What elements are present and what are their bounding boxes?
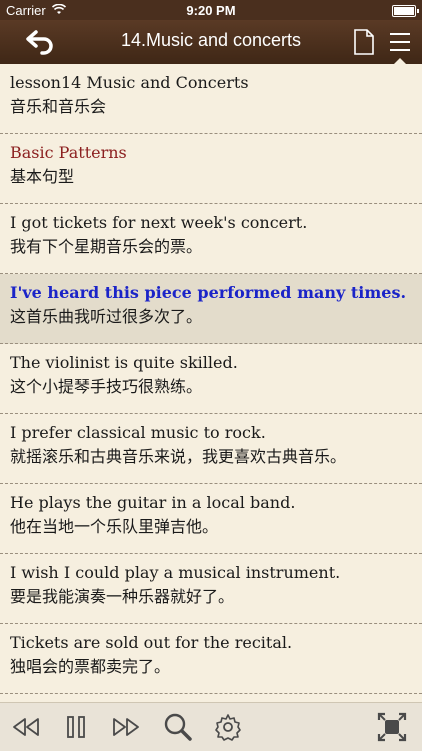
list-item[interactable]: I prefer classical music to rock. 就摇滚乐和古… bbox=[0, 414, 422, 484]
chinese-text: 要是我能演奏一种乐器就好了。 bbox=[10, 587, 235, 606]
list-item[interactable]: He plays the guitar in a local band. 他在当… bbox=[0, 484, 422, 554]
menu-icon[interactable] bbox=[388, 26, 412, 58]
english-text: I've heard this piece performed many tim… bbox=[10, 283, 407, 302]
chinese-text: 就摇滚乐和古典音乐来说，我更喜欢古典音乐。 bbox=[10, 447, 347, 466]
fast-forward-icon[interactable] bbox=[110, 711, 142, 743]
list-item-selected[interactable]: I've heard this piece performed many tim… bbox=[0, 274, 422, 344]
rewind-icon[interactable] bbox=[10, 711, 42, 743]
chinese-text: 独唱会的票都卖完了。 bbox=[10, 657, 171, 676]
chinese-text: 这首乐曲我听过很多次了。 bbox=[10, 307, 203, 326]
english-text: I got tickets for next week's concert. bbox=[10, 213, 308, 232]
sentence-list: lesson14 Music and Concerts 音乐和音乐会 Basic… bbox=[0, 64, 422, 702]
chinese-text: 音乐和音乐会 bbox=[10, 97, 107, 116]
nav-bar: 14.Music and concerts bbox=[0, 20, 422, 64]
playback-toolbar bbox=[0, 702, 422, 751]
english-text: lesson14 Music and Concerts bbox=[10, 73, 249, 92]
list-item[interactable]: Tickets are sold out for the recital. 独唱… bbox=[0, 624, 422, 694]
fullscreen-icon[interactable] bbox=[376, 711, 408, 743]
settings-gear-icon[interactable] bbox=[212, 711, 244, 743]
status-bar: Carrier 9:20 PM bbox=[0, 0, 422, 20]
english-text: He plays the guitar in a local band. bbox=[10, 493, 296, 512]
english-text: The violinist is quite skilled. bbox=[10, 353, 238, 372]
english-text: I prefer classical music to rock. bbox=[10, 423, 266, 442]
page-title: 14.Music and concerts bbox=[120, 30, 302, 50]
chinese-text: 基本句型 bbox=[10, 167, 75, 186]
list-item[interactable]: I got tickets for next week's concert. 我… bbox=[0, 204, 422, 274]
chinese-text: 这个小提琴手技巧很熟练。 bbox=[10, 377, 203, 396]
english-text: Tickets are sold out for the recital. bbox=[10, 633, 293, 652]
english-text: I wish I could play a musical instrument… bbox=[10, 563, 341, 582]
document-icon[interactable] bbox=[352, 26, 376, 58]
list-item-title[interactable]: lesson14 Music and Concerts 音乐和音乐会 bbox=[0, 64, 422, 134]
back-arrow-icon[interactable] bbox=[22, 26, 62, 58]
status-time: 9:20 PM bbox=[186, 3, 236, 18]
list-item[interactable]: The violinist is quite skilled. 这个小提琴手技巧… bbox=[0, 344, 422, 414]
chinese-text: 他在当地一个乐队里弹吉他。 bbox=[10, 517, 219, 536]
search-icon[interactable] bbox=[162, 711, 194, 743]
list-item[interactable]: I wish I could play a musical instrument… bbox=[0, 554, 422, 624]
chinese-text: 我有下个星期音乐会的票。 bbox=[10, 237, 203, 256]
pause-icon[interactable] bbox=[60, 711, 92, 743]
battery-icon bbox=[392, 5, 419, 17]
english-text: Basic Patterns bbox=[10, 143, 127, 162]
list-item-section[interactable]: Basic Patterns 基本句型 bbox=[0, 134, 422, 204]
